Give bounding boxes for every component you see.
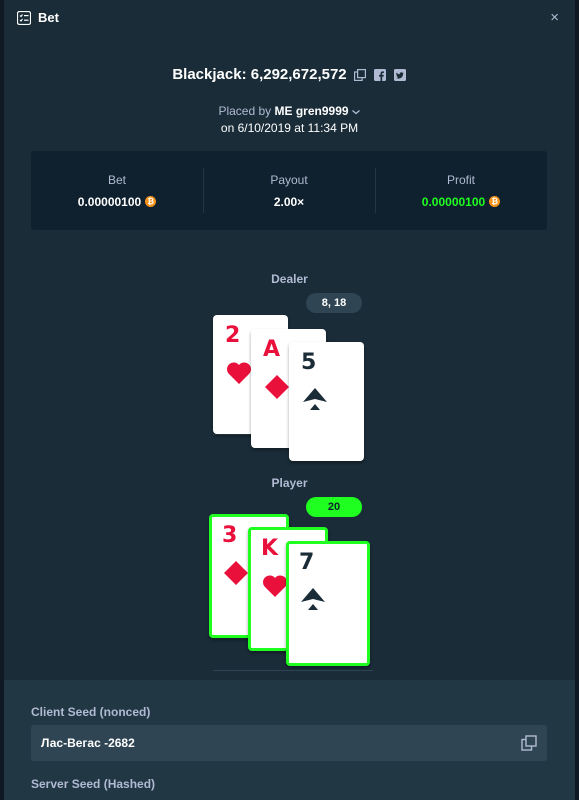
- heart-icon: [262, 575, 288, 597]
- stat-payout: Payout 2.00×: [203, 151, 375, 230]
- stat-profit-value: 0.00000100: [421, 194, 486, 209]
- card-rank: 3: [222, 523, 238, 548]
- stat-profit-label: Profit: [446, 172, 475, 187]
- bet-stats-panel: Bet 0.00000100 Payout 2.00× Profit 0.000…: [31, 151, 547, 230]
- bitcoin-icon: [145, 196, 157, 207]
- card-rank: 2: [225, 323, 241, 348]
- bet-title-row: Blackjack: 6,292,672,572: [4, 66, 575, 83]
- client-seed-label: Client Seed (nonced): [31, 705, 151, 719]
- client-seed-value: Лас-Вегас -2682: [41, 736, 135, 750]
- stat-payout-label: Payout: [270, 172, 308, 187]
- card-rank: 7: [299, 550, 315, 575]
- card-rank: 5: [301, 350, 317, 375]
- placed-by: Placed by ME gren9999 on 6/10/2019 at 11…: [4, 103, 575, 137]
- close-icon[interactable]: ×: [550, 9, 559, 26]
- username-link[interactable]: gren9999: [296, 104, 349, 118]
- player-total-badge: 20: [306, 497, 362, 517]
- dealer-card-3: 5: [289, 342, 364, 461]
- client-seed-field[interactable]: Лас-Вегас -2682: [31, 725, 547, 761]
- bet-title: Blackjack: 6,292,672,572: [172, 66, 347, 83]
- seeds-section: Client Seed (nonced) Лас-Вегас -2682 Ser…: [4, 680, 575, 800]
- diamond-icon: [265, 375, 289, 399]
- placed-date: on 6/10/2019 at 11:34 PM: [220, 121, 359, 135]
- heart-icon: [226, 362, 252, 384]
- player-card-shadow: [213, 670, 373, 671]
- stat-bet-value: 0.00000100: [77, 194, 142, 209]
- card-rank: K: [261, 536, 279, 561]
- twitter-icon[interactable]: [393, 68, 407, 82]
- dealer-total-badge: 8, 18: [306, 293, 362, 313]
- copy-icon[interactable]: [353, 68, 367, 82]
- player-card-3: 7: [286, 541, 370, 666]
- stat-bet-label: Bet: [107, 172, 126, 187]
- spade-icon: [301, 588, 325, 610]
- list-check-icon: [17, 11, 31, 25]
- copy-icon[interactable]: [521, 735, 537, 751]
- stat-bet: Bet 0.00000100: [31, 151, 203, 230]
- player-label: Player: [271, 476, 308, 490]
- server-seed-label: Server Seed (Hashed): [31, 777, 156, 791]
- placed-prefix: Placed by: [218, 104, 272, 118]
- dealer-label: Dealer: [271, 272, 308, 286]
- stat-profit: Profit 0.00000100: [375, 151, 547, 230]
- modal-title: Bet: [38, 10, 59, 25]
- spade-icon: [303, 388, 327, 410]
- stat-payout-value: 2.00×: [273, 194, 305, 209]
- card-rank: A: [263, 337, 281, 362]
- diamond-icon: [224, 561, 248, 585]
- bet-modal: Bet × Blackjack: 6,292,672,572 Placed by…: [4, 0, 575, 800]
- user-badge: ME: [274, 104, 293, 118]
- bitcoin-icon: [489, 196, 501, 207]
- facebook-icon[interactable]: [373, 68, 387, 82]
- stat-profit-value-row: 0.00000100: [421, 194, 501, 209]
- stat-bet-value-row: 0.00000100: [77, 194, 157, 209]
- modal-header: Bet ×: [4, 0, 575, 36]
- chevron-down-icon[interactable]: [351, 108, 361, 116]
